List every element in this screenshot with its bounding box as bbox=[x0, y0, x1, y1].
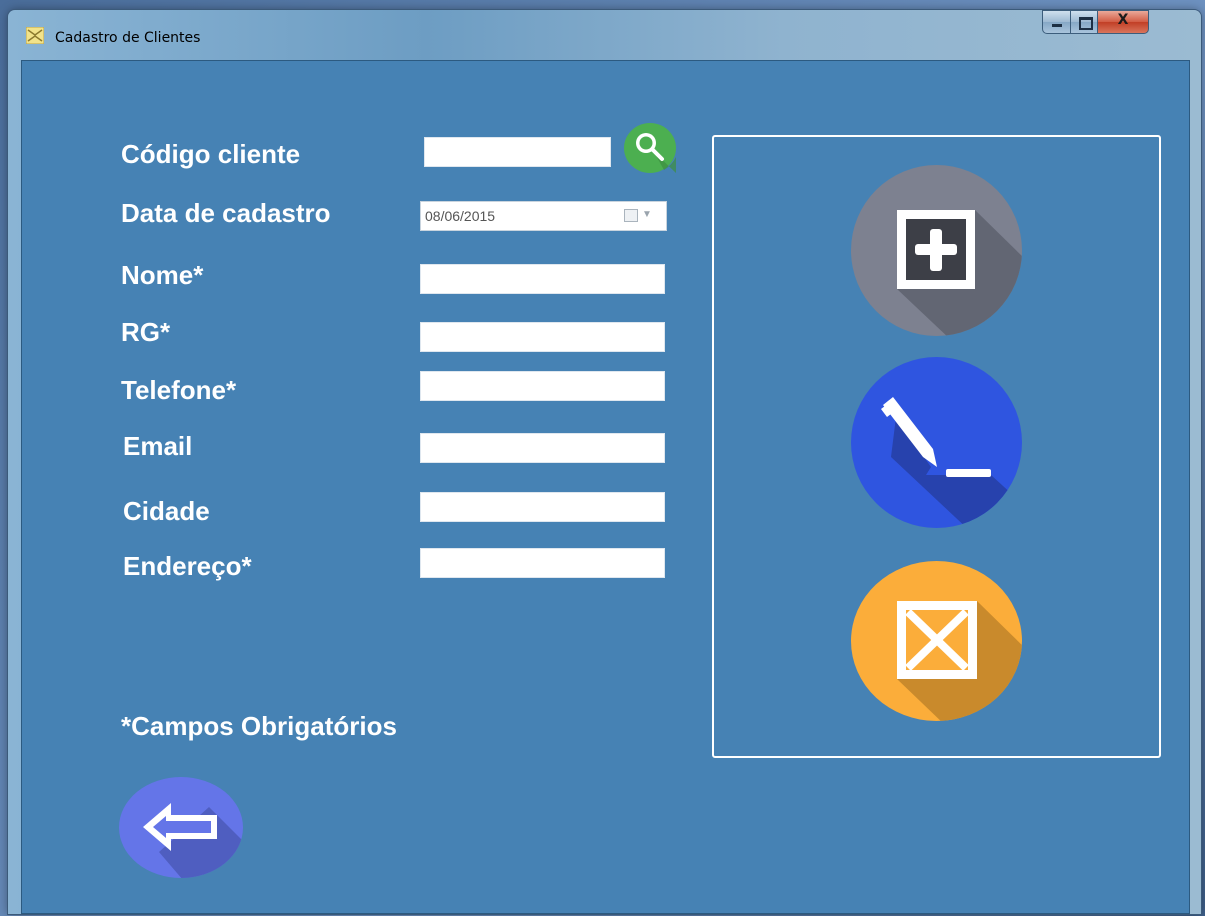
search-button[interactable] bbox=[624, 123, 676, 173]
email-input[interactable] bbox=[420, 433, 665, 463]
delete-button[interactable] bbox=[851, 561, 1022, 721]
data-cadastro-value: 08/06/2015 bbox=[425, 208, 496, 224]
rg-label: RG* bbox=[121, 317, 171, 347]
maximize-icon bbox=[1079, 17, 1093, 30]
calendar-icon[interactable] bbox=[624, 209, 638, 222]
maximize-button[interactable] bbox=[1070, 10, 1098, 34]
minimize-button[interactable] bbox=[1042, 10, 1071, 34]
cidade-input[interactable] bbox=[420, 492, 665, 522]
rg-input[interactable] bbox=[420, 322, 665, 352]
codigo-label: Código cliente bbox=[121, 139, 301, 169]
telefone-label: Telefone* bbox=[121, 375, 237, 405]
codigo-input[interactable] bbox=[424, 137, 611, 167]
data-cadastro-picker[interactable]: 08/06/2015 ▼ bbox=[420, 201, 667, 231]
endereco-label: Endereço* bbox=[123, 551, 252, 581]
data-cadastro-label: Data de cadastro bbox=[121, 198, 331, 228]
minimize-icon bbox=[1052, 24, 1062, 27]
chevron-down-icon[interactable]: ▼ bbox=[642, 209, 652, 220]
nome-label: Nome* bbox=[121, 260, 204, 290]
app-icon bbox=[26, 27, 44, 44]
main-window: Cadastro de Clientes X Código cliente Da… bbox=[8, 10, 1201, 914]
telefone-input[interactable] bbox=[420, 371, 665, 401]
cidade-label: Cidade bbox=[123, 496, 210, 526]
endereco-input[interactable] bbox=[420, 548, 665, 578]
email-label: Email bbox=[123, 431, 193, 461]
close-button[interactable]: X bbox=[1097, 10, 1149, 34]
add-icon bbox=[897, 210, 975, 289]
form-area: Código cliente Data de cadastro Nome* RG… bbox=[21, 60, 1190, 914]
edit-button[interactable] bbox=[851, 357, 1022, 528]
title-bar[interactable]: Cadastro de Clientes X bbox=[8, 10, 1201, 60]
add-button[interactable] bbox=[851, 165, 1022, 336]
actions-panel bbox=[712, 135, 1161, 758]
window-title: Cadastro de Clientes bbox=[55, 30, 201, 46]
nome-input[interactable] bbox=[420, 264, 665, 294]
required-fields-note: *Campos Obrigatórios bbox=[121, 711, 397, 741]
back-button[interactable] bbox=[119, 777, 243, 878]
close-icon: X bbox=[1117, 12, 1129, 28]
delete-icon bbox=[897, 601, 977, 679]
